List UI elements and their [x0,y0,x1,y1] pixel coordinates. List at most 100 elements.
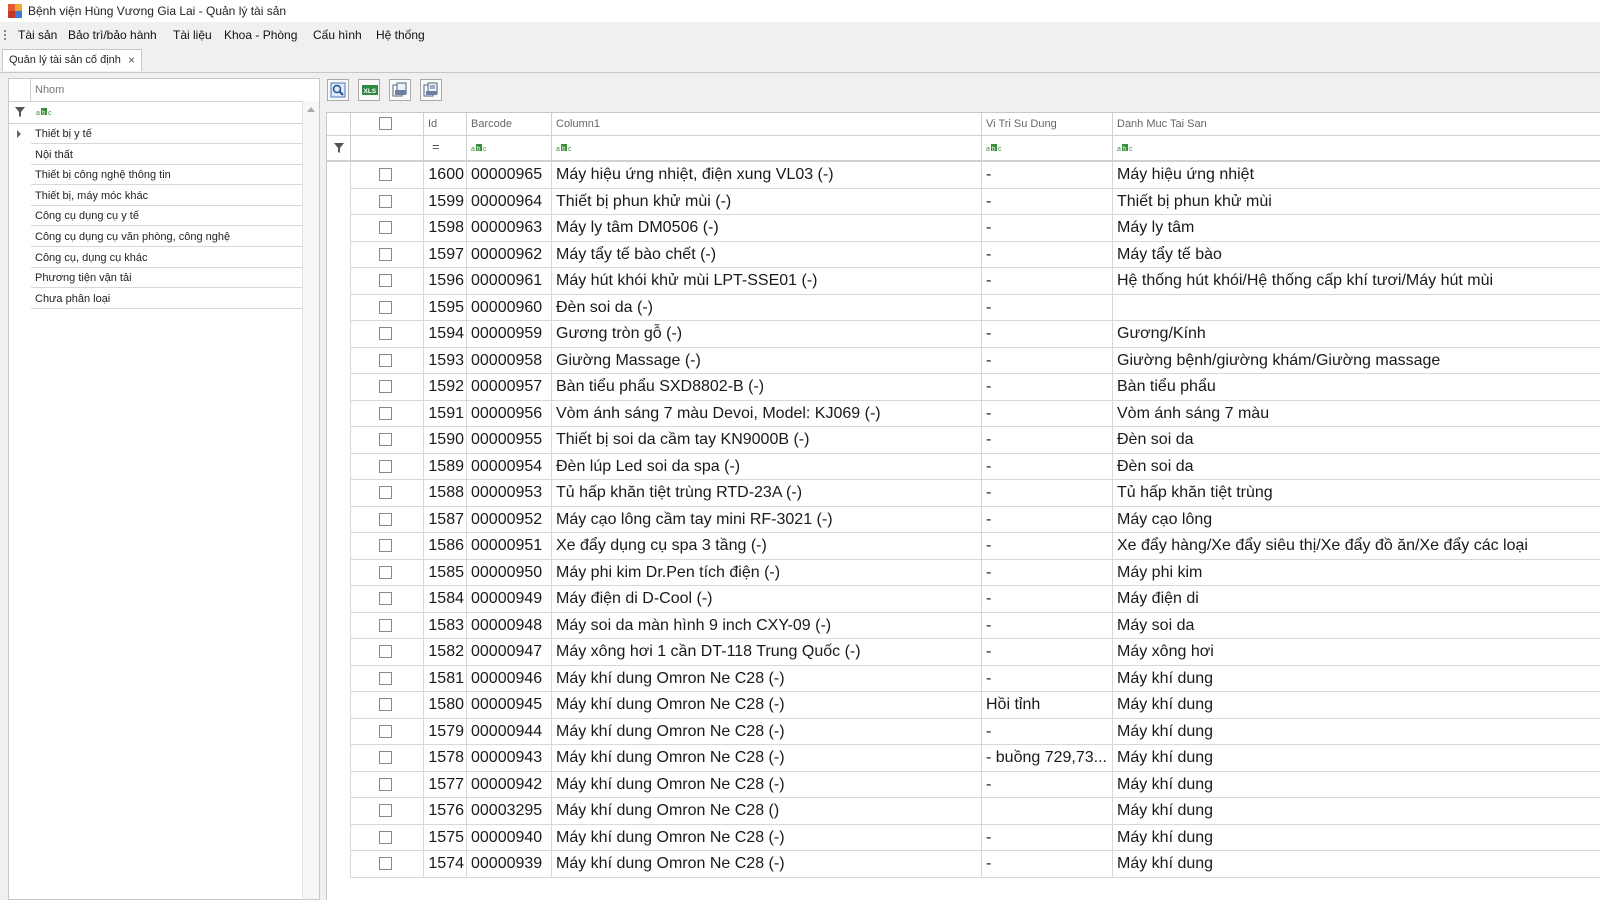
table-row[interactable]: 1579 00000944 Máy khí dung Omron Ne C28 (-… [327,718,1600,745]
cell-danh-muc[interactable]: Máy khí dung [1113,719,1600,745]
row-select-cell[interactable] [351,559,424,586]
cell-danh-muc[interactable]: Xe đẩy hàng/Xe đẩy siêu thị/Xe đẩy đồ ăn… [1113,533,1600,560]
cell-vi-tri[interactable]: Hồi tỉnh [982,692,1113,719]
equals-operator-icon[interactable]: = [432,139,440,154]
table-row[interactable]: 1588 00000953 Tủ hấp khăn tiệt trùng RTD-2… [327,480,1600,507]
table-row[interactable]: 1586 00000951 Xe đẩy dụng cụ spa 3 tầng (-… [327,533,1600,560]
cell-name[interactable]: Máy khí dung Omron Ne C28 (-) [552,771,982,798]
table-row[interactable]: 1592 00000957 Bàn tiểu phẩu SXD8802-B (-) -… [327,374,1600,401]
cell-name[interactable]: Máy hiệu ứng nhiệt, điện xung VL03 (-) [552,162,982,189]
cell-danh-muc[interactable]: Máy khí dung [1113,825,1600,851]
row-checkbox[interactable] [379,486,392,499]
filter-danh-muc[interactable]: abc [1113,136,1600,160]
table-row[interactable]: 1597 00000962 Máy tẩy tế bào chết (-) - Máy … [327,241,1600,268]
cell-danh-muc[interactable]: Máy khí dung [1113,692,1600,719]
row-select-cell[interactable] [351,639,424,666]
row-select-cell[interactable] [351,188,424,215]
row-checkbox[interactable] [379,380,392,393]
row-checkbox[interactable] [379,592,392,605]
cell-vi-tri[interactable]: - [982,241,1113,268]
row-select-cell[interactable] [351,533,424,560]
cell-barcode[interactable]: 00000949 [467,586,552,613]
row-checkbox[interactable] [379,751,392,764]
table-row[interactable]: 1576 00003295 Máy khí dung Omron Ne C28 ()… [327,798,1600,825]
table-row[interactable]: 1598 00000963 Máy ly tâm DM0506 (-) - Máy ly… [327,215,1600,242]
group-item-cell[interactable]: Nội thất [31,145,303,165]
cell-name[interactable]: Máy cạo lông cầm tay mini RF-3021 (-) [552,506,982,533]
row-select-cell[interactable] [351,798,424,825]
row-checkbox[interactable] [379,565,392,579]
column-header-danh-muc-tai-san[interactable]: Danh Muc Tai San [1113,113,1600,135]
cell-barcode[interactable]: 00000943 [467,745,552,772]
row-checkbox[interactable] [379,274,392,287]
scroll-up-arrow-icon[interactable] [307,107,315,112]
cell-barcode[interactable]: 00000952 [467,506,552,533]
cell-name[interactable]: Giường Massage (-) [552,347,982,374]
tab-quan-ly-tai-san[interactable]: Quản lý tài sản cố định × [2,49,142,71]
menu-tai-lieu[interactable]: Tài liệu [173,28,212,42]
export-excel-button[interactable]: XLS [358,79,380,101]
cell-vi-tri[interactable]: - [982,215,1113,242]
cell-id[interactable]: 1584 [424,586,467,613]
table-row[interactable]: 1574 00000939 Máy khí dung Omron Ne C28 (-… [327,851,1600,878]
menu-bao-tri[interactable]: Bảo trì/bảo hành [68,28,157,42]
cell-id[interactable]: 1579 [424,718,467,745]
cell-id[interactable]: 1586 [424,533,467,560]
filter-icon[interactable] [15,107,25,117]
cell-name[interactable]: Máy khí dung Omron Ne C28 (-) [552,745,982,772]
cell-name[interactable]: Máy soi da màn hình 9 inch CXY-09 (-) [552,612,982,639]
group-scrollbar[interactable] [302,101,319,899]
row-select-cell[interactable] [351,665,424,692]
cell-name[interactable]: Tủ hấp khăn tiệt trùng RTD-23A (-) [552,480,982,507]
table-row[interactable]: 1581 00000946 Máy khí dung Omron Ne C28 (-… [327,665,1600,692]
row-select-cell[interactable] [351,480,424,507]
group-item[interactable]: Phương tiện vận tải [9,268,319,289]
group-header-label[interactable]: Nhom [35,84,64,96]
cell-barcode[interactable]: 00000951 [467,533,552,560]
cell-id[interactable]: 1598 [424,215,467,242]
cell-id[interactable]: 1578 [424,745,467,772]
row-checkbox[interactable] [379,327,392,340]
group-item-cell[interactable]: Thiết bị y tế [31,124,303,144]
cell-danh-muc[interactable]: Vòm ánh sáng 7 màu [1113,401,1600,427]
cell-danh-muc[interactable]: Đèn soi da [1113,427,1600,454]
row-select-cell[interactable] [351,692,424,719]
row-checkbox[interactable] [379,194,392,208]
cell-danh-muc[interactable]: Máy tẩy tế bào [1113,242,1600,268]
table-row[interactable]: 1599 00000964 Thiết bị phun khử mùi (-) - Th… [327,188,1600,215]
row-select-cell[interactable] [351,506,424,533]
table-row[interactable]: 1596 00000961 Máy hút khói khử mùi LPT-SSE… [327,268,1600,295]
row-select-cell[interactable] [351,321,424,348]
row-select-cell[interactable] [351,241,424,268]
search-button[interactable] [327,79,349,101]
row-checkbox[interactable] [379,671,392,685]
cell-id[interactable]: 1595 [424,294,467,321]
cell-danh-muc[interactable]: Máy ly tâm [1113,215,1600,242]
row-checkbox[interactable] [379,857,392,870]
cell-barcode[interactable]: 00000955 [467,427,552,454]
cell-id[interactable]: 1594 [424,321,467,348]
filter-column1[interactable]: abc [552,136,982,160]
cell-danh-muc[interactable]: Máy khí dung [1113,772,1600,798]
group-item[interactable]: Chưa phân loại [9,289,319,310]
cell-id[interactable]: 1582 [424,639,467,666]
row-select-cell[interactable] [351,771,424,798]
table-row[interactable]: 1583 00000948 Máy soi da màn hình 9 inch C… [327,612,1600,639]
cell-id[interactable]: 1575 [424,824,467,851]
row-checkbox[interactable] [379,300,392,314]
cell-barcode[interactable]: 00000950 [467,559,552,586]
cell-barcode[interactable]: 00000944 [467,718,552,745]
print-button[interactable] [389,79,411,101]
table-row[interactable]: 1595 00000960 Đèn soi da (-) - [327,294,1600,321]
row-select-cell[interactable] [351,268,424,295]
row-checkbox[interactable] [379,512,392,526]
cell-name[interactable]: Máy khí dung Omron Ne C28 (-) [552,851,982,878]
cell-id[interactable]: 1581 [424,665,467,692]
cell-barcode[interactable]: 00000953 [467,480,552,507]
cell-id[interactable]: 1583 [424,612,467,639]
row-select-cell[interactable] [351,427,424,454]
table-row[interactable]: 1600 00000965 Máy hiệu ứng nhiệt, điện xun… [327,162,1600,189]
cell-name[interactable]: Máy phi kim Dr.Pen tích điện (-) [552,559,982,586]
cell-name[interactable]: Máy khí dung Omron Ne C28 (-) [552,692,982,719]
cell-name[interactable]: Đèn lúp Led soi da spa (-) [552,453,982,480]
